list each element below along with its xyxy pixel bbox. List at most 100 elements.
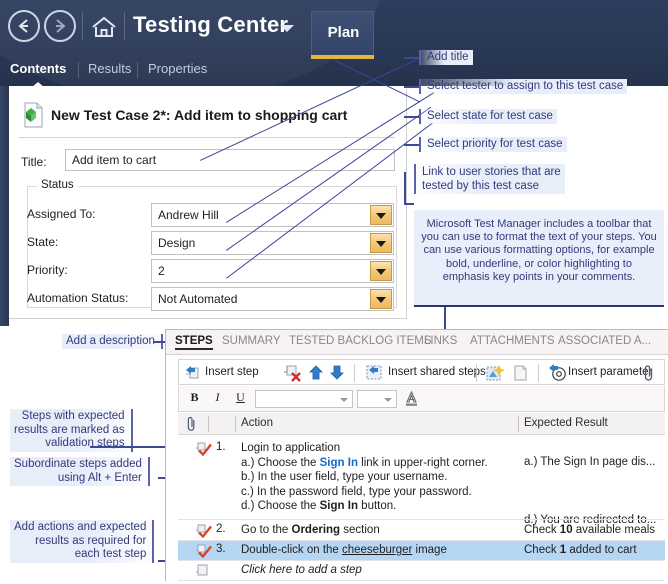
create-shared-steps-icon bbox=[486, 364, 505, 387]
annotation-line-2: tested by this test case bbox=[422, 180, 539, 192]
insert-shared-steps-icon bbox=[365, 364, 383, 386]
column-divider[interactable] bbox=[235, 416, 236, 432]
column-divider[interactable] bbox=[208, 416, 209, 432]
tab-links[interactable]: LINKS bbox=[424, 335, 457, 347]
annotation-leader-line bbox=[404, 203, 414, 205]
step-action: Login to application a.) Choose the Sign… bbox=[241, 442, 488, 512]
steps-panel: STEPS SUMMARY TESTED BACKLOG ITEMS LINKS… bbox=[165, 329, 668, 581]
active-tab-indicator bbox=[31, 82, 45, 86]
step-expected-result: Check 10 available meals bbox=[524, 524, 656, 536]
dropdown-arrow-icon[interactable] bbox=[370, 205, 392, 225]
annotation-add-title: Add title bbox=[419, 50, 473, 65]
italic-button[interactable]: I bbox=[209, 390, 226, 407]
chevron-down-icon bbox=[340, 398, 348, 402]
step-number: 2. bbox=[216, 523, 226, 535]
info-callout-text: Microsoft Test Manager includes a toolba… bbox=[421, 218, 657, 283]
field-label: Assigned To: bbox=[27, 207, 96, 221]
insert-parameter-label: Insert parameter bbox=[568, 366, 653, 378]
font-size-combobox[interactable] bbox=[357, 390, 397, 408]
tab-plan[interactable]: Plan bbox=[311, 11, 374, 55]
back-arrow-icon[interactable] bbox=[8, 10, 40, 42]
dropdown-arrow-icon[interactable] bbox=[370, 289, 392, 309]
divider bbox=[476, 364, 477, 382]
column-header-action[interactable]: Action bbox=[241, 417, 273, 429]
step-expected-result: Check 1 added to cart bbox=[524, 544, 637, 556]
field-label: Priority: bbox=[27, 263, 68, 277]
tab-summary[interactable]: SUMMARY bbox=[222, 335, 281, 347]
divider bbox=[538, 364, 539, 382]
assigned-to-combobox[interactable]: Andrew Hill bbox=[151, 203, 394, 227]
table-row[interactable]: 3. Double-click on the cheeseburger imag… bbox=[178, 541, 665, 560]
add-step-placeholder: Click here to add a step bbox=[241, 564, 362, 576]
tab-contents[interactable]: Contents bbox=[10, 61, 66, 76]
expected-line: a.) The Sign In page dis... bbox=[524, 456, 656, 468]
forward-arrow-icon[interactable] bbox=[44, 10, 76, 42]
annotation-select-priority: Select priority for test case bbox=[419, 137, 567, 152]
insert-step-label: Insert step bbox=[205, 366, 259, 378]
column-header-expected-result[interactable]: Expected Result bbox=[524, 417, 608, 429]
step-action-line: c.) In the password field, type your pas… bbox=[241, 485, 472, 498]
state-value: Design bbox=[158, 236, 196, 250]
home-icon[interactable] bbox=[90, 14, 118, 40]
steps-toolbar: Insert step Insert shared steps Insert p… bbox=[178, 359, 665, 385]
tab-results[interactable]: Results bbox=[88, 61, 131, 76]
font-color-icon[interactable] bbox=[403, 390, 420, 407]
dropdown-arrow-icon[interactable] bbox=[370, 261, 392, 281]
tab-tested-backlog-items[interactable]: TESTED BACKLOG ITEMS bbox=[289, 335, 432, 347]
tab-associated-automation[interactable]: ASSOCIATED A... bbox=[558, 335, 651, 347]
paperclip-icon bbox=[643, 364, 655, 387]
underline-button[interactable]: U bbox=[232, 390, 249, 407]
table-row[interactable]: 2. Go to the Ordering section Check 10 a… bbox=[178, 521, 665, 540]
divider bbox=[82, 12, 83, 40]
font-family-combobox[interactable] bbox=[255, 390, 353, 408]
open-shared-steps-icon bbox=[512, 364, 528, 387]
divider bbox=[137, 62, 138, 78]
left-accent-strip bbox=[0, 86, 9, 326]
annotation-line-1: Link to user stories that are bbox=[422, 166, 561, 178]
test-case-heading: New Test Case 2*: Add item to shopping c… bbox=[51, 107, 348, 123]
paperclip-icon bbox=[186, 416, 197, 437]
divider bbox=[124, 12, 125, 40]
column-divider[interactable] bbox=[518, 416, 519, 432]
priority-combobox[interactable]: 2 bbox=[151, 259, 394, 283]
step-number: 3. bbox=[216, 543, 226, 555]
automation-status-combobox[interactable]: Not Automated bbox=[151, 287, 394, 311]
steps-grid-body: 1. Login to application a.) Choose the S… bbox=[178, 435, 665, 581]
field-label: State: bbox=[27, 235, 59, 249]
automation-status-value: Not Automated bbox=[158, 292, 238, 306]
insert-shared-steps-label: Insert shared steps bbox=[388, 366, 486, 378]
cheeseburger-link[interactable]: cheeseburger bbox=[342, 544, 412, 556]
info-callout: Microsoft Test Manager includes a toolba… bbox=[414, 210, 664, 307]
status-groupbox-legend: Status bbox=[37, 179, 78, 191]
annotation-leader-line bbox=[404, 57, 419, 59]
dropdown-arrow-icon[interactable] bbox=[370, 233, 392, 253]
divider bbox=[354, 364, 355, 382]
row-divider bbox=[178, 519, 665, 520]
divider bbox=[19, 137, 395, 138]
sign-in-link[interactable]: Sign In bbox=[320, 457, 358, 469]
test-case-document-icon bbox=[19, 101, 45, 129]
page-title: Testing Center bbox=[133, 12, 289, 37]
move-up-arrow-icon bbox=[309, 365, 323, 385]
table-row[interactable]: 1. Login to application a.) Choose the S… bbox=[178, 439, 665, 526]
annotation-leader-line bbox=[444, 307, 446, 329]
add-step-row[interactable]: Click here to add a step bbox=[178, 561, 665, 580]
tab-attachments[interactable]: ATTACHMENTS bbox=[470, 335, 555, 347]
chevron-down-icon[interactable] bbox=[280, 25, 294, 32]
tab-properties[interactable]: Properties bbox=[148, 61, 207, 76]
validation-step-icon bbox=[196, 441, 213, 462]
tab-steps[interactable]: STEPS bbox=[175, 335, 213, 350]
step-number: 1. bbox=[216, 441, 226, 453]
field-label: Automation Status: bbox=[27, 291, 129, 305]
annotation-link-user-stories: Link to user stories that are tested by … bbox=[414, 164, 565, 194]
delete-step-icon bbox=[284, 364, 302, 387]
chevron-down-icon bbox=[384, 398, 392, 402]
priority-value: 2 bbox=[158, 264, 165, 278]
title-label: Title: bbox=[21, 155, 47, 169]
bold-button[interactable]: B bbox=[186, 390, 203, 407]
annotation-leader-line bbox=[404, 144, 419, 146]
annotation-leader-line bbox=[404, 116, 419, 118]
annotation-select-tester: Select tester to assign to this test cas… bbox=[419, 79, 628, 94]
step-action-line: b.) In the user field, type your usernam… bbox=[241, 471, 448, 483]
step-action-line: Login to application bbox=[241, 442, 341, 454]
